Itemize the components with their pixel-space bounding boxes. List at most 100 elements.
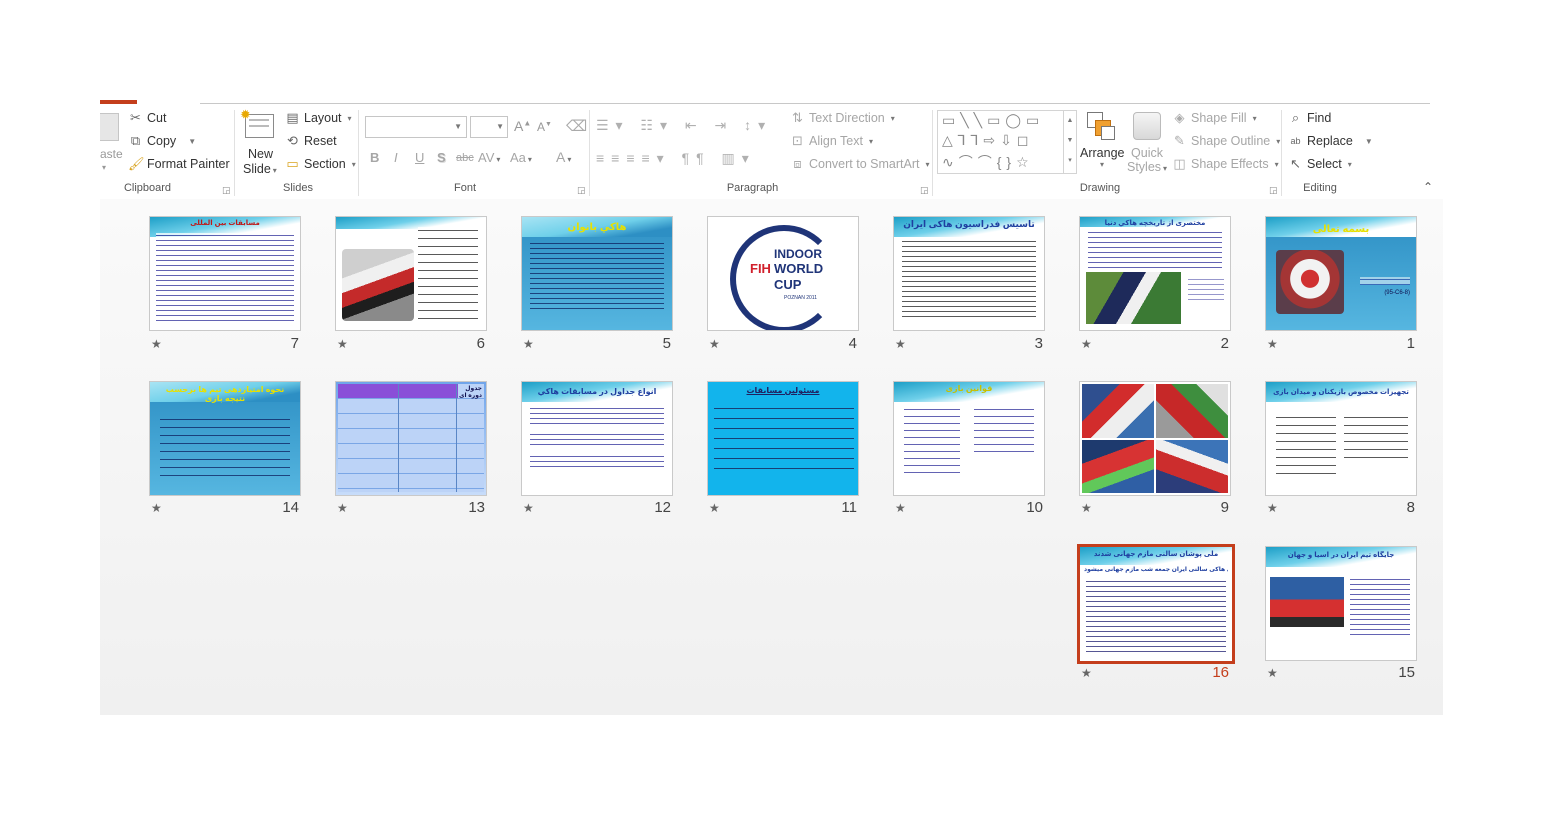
- shrink-font-button[interactable]: A▼: [537, 120, 552, 134]
- slide-photo: [1082, 440, 1154, 493]
- new-slide-button[interactable]: ✹ New Slide ▾: [240, 107, 280, 180]
- slide-photo: [1276, 250, 1344, 314]
- slide-photo: [1156, 384, 1228, 438]
- copy-icon: ⧉: [130, 133, 141, 148]
- font-family-select[interactable]: ▼: [365, 116, 467, 138]
- slide-thumbnail-4[interactable]: INDOOR FIH WORLD CUP POZNAN 2011: [707, 216, 859, 331]
- slide-thumbnail-8[interactable]: تجهیزات مخصوص بازیکنان و میدان بازی: [1265, 381, 1417, 496]
- star-icon[interactable]: ★: [1081, 501, 1092, 515]
- clear-formatting-icon[interactable]: ⌫: [566, 117, 587, 135]
- indoor-world-cup-logo: INDOOR FIH WORLD CUP POZNAN 2011: [730, 225, 838, 330]
- slides-group-label: Slides: [283, 182, 313, 194]
- drawing-group-label: Drawing: [1079, 182, 1121, 194]
- star-icon[interactable]: ★: [1081, 337, 1092, 351]
- section-button[interactable]: ▭ Section ▾: [285, 156, 355, 172]
- star-icon[interactable]: ★: [1267, 666, 1278, 680]
- editing-group-label: Editing: [1303, 182, 1337, 194]
- font-group-label: Font: [453, 182, 476, 194]
- paste-button[interactable]: aste ▾: [100, 113, 123, 175]
- arrange-button[interactable]: Arrange ▾: [1080, 112, 1124, 182]
- paragraph-dialog-launcher-icon[interactable]: ◲: [920, 185, 929, 196]
- slide-thumbnail-1[interactable]: بسمه تعالی (95-C6-8): [1265, 216, 1417, 331]
- slide-thumbnail-6[interactable]: [335, 216, 487, 331]
- grow-font-button[interactable]: A▲: [514, 118, 531, 134]
- star-icon[interactable]: ★: [895, 337, 906, 351]
- clipboard-dialog-launcher-icon[interactable]: ◲: [222, 185, 231, 196]
- chevron-down-icon: ▼: [454, 122, 462, 131]
- quick-styles-button[interactable]: Quick Styles ▾: [1127, 112, 1167, 182]
- slide-table: جدول دوره ای: [338, 384, 484, 492]
- find-button[interactable]: ⌕ Find: [1288, 111, 1331, 126]
- reset-button[interactable]: ⟲ Reset: [285, 134, 337, 149]
- font-size-select[interactable]: ▼: [470, 116, 508, 138]
- collapse-ribbon-icon[interactable]: ⌃: [1423, 180, 1433, 194]
- font-color-button[interactable]: A ▾: [556, 149, 571, 165]
- paste-icon: [100, 113, 119, 141]
- star-icon[interactable]: ★: [151, 501, 162, 515]
- layout-button[interactable]: ▤ Layout ▾: [285, 110, 351, 126]
- star-icon[interactable]: ★: [337, 337, 348, 351]
- star-icon[interactable]: ★: [1267, 501, 1278, 515]
- align-text-button[interactable]: ⊡ Align Text ▾: [790, 133, 873, 149]
- font-dialog-launcher-icon[interactable]: ◲: [577, 185, 586, 196]
- ribbon: aste ▾ ✂ Cut ⧉ Copy ▼ 🖌 Format Painter C…: [100, 100, 1443, 199]
- slide-thumbnail-9[interactable]: [1079, 381, 1231, 496]
- replace-button[interactable]: ab Replace ▼: [1288, 134, 1372, 148]
- star-icon[interactable]: ★: [895, 501, 906, 515]
- star-icon[interactable]: ★: [709, 337, 720, 351]
- star-icon[interactable]: ★: [151, 337, 162, 351]
- star-icon[interactable]: ★: [709, 501, 720, 515]
- underline-button[interactable]: U: [415, 150, 424, 165]
- slide-thumbnail-11[interactable]: مسئولین مسابقات: [707, 381, 859, 496]
- shadow-button[interactable]: S: [437, 150, 446, 165]
- layout-icon: ▤: [286, 110, 299, 125]
- ribbon-top-border: [200, 103, 1430, 104]
- star-icon[interactable]: ★: [1081, 666, 1092, 680]
- copy-button[interactable]: ⧉ Copy ▼: [128, 133, 197, 149]
- star-icon[interactable]: ★: [1267, 337, 1278, 351]
- chevron-down-icon: ▼: [496, 122, 504, 131]
- italic-button[interactable]: I: [394, 150, 398, 165]
- list-buttons[interactable]: ☰▾ ☷▾ ⇤ ⇥ ↕▾: [596, 117, 772, 134]
- star-icon[interactable]: ★: [523, 337, 534, 351]
- star-icon[interactable]: ★: [337, 501, 348, 515]
- shape-effects-button[interactable]: ◫ Shape Effects ▾: [1172, 157, 1278, 172]
- slide-thumbnail-14[interactable]: نحوه امتیازدهی تیم ها برحسب نتیجه بازی: [149, 381, 301, 496]
- file-tab-accent[interactable]: [100, 100, 137, 104]
- strikethrough-button[interactable]: abc: [456, 152, 474, 164]
- slide-thumbnail-16[interactable]: ملی پوشان سالنی مازم جهانی شدند تیم ملی …: [1077, 544, 1235, 664]
- slide-thumbnail-12[interactable]: انواع جداول در مسابقات هاكي: [521, 381, 673, 496]
- slide-thumbnail-2[interactable]: مختصری از تاریخچه هاكي دنیا: [1079, 216, 1231, 331]
- shape-outline-button[interactable]: ✎ Shape Outline ▾: [1172, 133, 1280, 149]
- slide-photo: [1270, 577, 1344, 627]
- slide-thumbnail-13[interactable]: جدول دوره ای: [335, 381, 487, 496]
- section-icon: ▭: [286, 156, 299, 171]
- bold-button[interactable]: B: [370, 150, 379, 165]
- slide-thumbnail-10[interactable]: قوانین بازی: [893, 381, 1045, 496]
- shape-fill-button[interactable]: ◈ Shape Fill ▾: [1172, 111, 1257, 126]
- drawing-dialog-launcher-icon[interactable]: ◲: [1269, 185, 1278, 196]
- text-direction-icon: ⇅: [792, 110, 803, 125]
- shapes-gallery[interactable]: ▭╲╲▭◯▭ △⅂⅂⇨⇩◻ ∿⌒⌒{}☆ ▲ ▼ ▾: [937, 110, 1077, 174]
- character-spacing-button[interactable]: AV ▾: [478, 150, 500, 165]
- new-slide-icon: ✹: [240, 107, 274, 138]
- chevron-down-icon: ▼: [188, 136, 197, 146]
- change-case-button[interactable]: Aa ▾: [510, 150, 532, 165]
- slide-thumbnail-7[interactable]: مسابقات بین المللی: [149, 216, 301, 331]
- cut-button[interactable]: ✂ Cut: [128, 110, 166, 126]
- slide-thumbnail-5[interactable]: هاكي بانوان: [521, 216, 673, 331]
- convert-smartart-button[interactable]: ⧈ Convert to SmartArt ▾: [790, 157, 929, 172]
- quick-styles-icon: [1133, 112, 1161, 140]
- slide-thumbnail-15[interactable]: جایگاه تیم ایران در آسیا و جهان: [1265, 546, 1417, 661]
- paste-label: aste: [100, 147, 123, 161]
- scissors-icon: ✂: [130, 110, 141, 125]
- alignment-buttons[interactable]: ≡≡≡≡▾ ¶¶ ▥▾: [596, 150, 756, 167]
- star-icon[interactable]: ★: [523, 501, 534, 515]
- slide-thumbnail-3[interactable]: تاسیس فدراسیون هاکی ایران: [893, 216, 1045, 331]
- text-direction-button[interactable]: ⇅ Text Direction ▾: [790, 110, 895, 126]
- align-text-icon: ⊡: [792, 133, 803, 148]
- slide-photo: [1086, 272, 1181, 324]
- format-painter-button[interactable]: 🖌 Format Painter: [128, 157, 230, 172]
- shape-outline-icon: ✎: [1174, 133, 1185, 148]
- select-button[interactable]: ↖ Select ▾: [1288, 157, 1352, 172]
